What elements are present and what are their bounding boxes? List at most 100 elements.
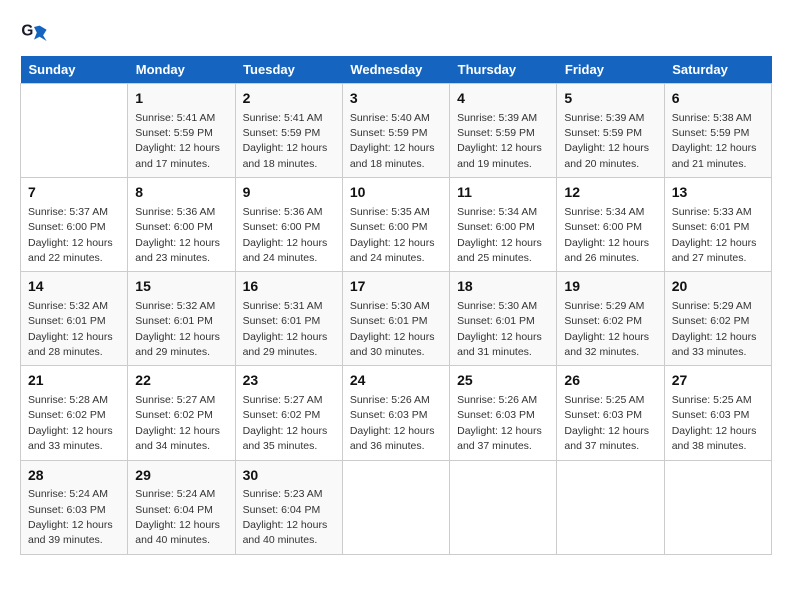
calendar-cell: 28 Sunrise: 5:24 AMSunset: 6:03 PMDaylig… xyxy=(21,460,128,554)
calendar-cell: 8 Sunrise: 5:36 AMSunset: 6:00 PMDayligh… xyxy=(128,178,235,272)
calendar-cell: 30 Sunrise: 5:23 AMSunset: 6:04 PMDaylig… xyxy=(235,460,342,554)
day-info: Sunrise: 5:36 AMSunset: 6:00 PMDaylight:… xyxy=(243,206,328,264)
calendar-cell: 29 Sunrise: 5:24 AMSunset: 6:04 PMDaylig… xyxy=(128,460,235,554)
calendar-week-3: 14 Sunrise: 5:32 AMSunset: 6:01 PMDaylig… xyxy=(21,272,772,366)
calendar-cell xyxy=(21,84,128,178)
calendar-cell: 25 Sunrise: 5:26 AMSunset: 6:03 PMDaylig… xyxy=(450,366,557,460)
day-number: 6 xyxy=(672,89,764,109)
calendar-header-row: SundayMondayTuesdayWednesdayThursdayFrid… xyxy=(21,56,772,84)
svg-text:G: G xyxy=(21,22,33,39)
calendar-cell xyxy=(664,460,771,554)
day-info: Sunrise: 5:32 AMSunset: 6:01 PMDaylight:… xyxy=(28,300,113,358)
day-number: 25 xyxy=(457,371,549,391)
day-number: 29 xyxy=(135,466,227,486)
day-number: 17 xyxy=(350,277,442,297)
day-header-saturday: Saturday xyxy=(664,56,771,84)
day-number: 1 xyxy=(135,89,227,109)
day-info: Sunrise: 5:29 AMSunset: 6:02 PMDaylight:… xyxy=(564,300,649,358)
calendar-cell: 20 Sunrise: 5:29 AMSunset: 6:02 PMDaylig… xyxy=(664,272,771,366)
calendar-cell: 10 Sunrise: 5:35 AMSunset: 6:00 PMDaylig… xyxy=(342,178,449,272)
day-number: 8 xyxy=(135,183,227,203)
day-number: 30 xyxy=(243,466,335,486)
calendar-cell: 22 Sunrise: 5:27 AMSunset: 6:02 PMDaylig… xyxy=(128,366,235,460)
day-number: 10 xyxy=(350,183,442,203)
calendar-cell: 15 Sunrise: 5:32 AMSunset: 6:01 PMDaylig… xyxy=(128,272,235,366)
day-number: 11 xyxy=(457,183,549,203)
day-number: 12 xyxy=(564,183,656,203)
day-info: Sunrise: 5:30 AMSunset: 6:01 PMDaylight:… xyxy=(457,300,542,358)
day-info: Sunrise: 5:32 AMSunset: 6:01 PMDaylight:… xyxy=(135,300,220,358)
day-info: Sunrise: 5:27 AMSunset: 6:02 PMDaylight:… xyxy=(243,394,328,452)
day-number: 4 xyxy=(457,89,549,109)
day-number: 9 xyxy=(243,183,335,203)
day-number: 15 xyxy=(135,277,227,297)
day-number: 28 xyxy=(28,466,120,486)
day-number: 21 xyxy=(28,371,120,391)
calendar-cell: 18 Sunrise: 5:30 AMSunset: 6:01 PMDaylig… xyxy=(450,272,557,366)
day-number: 16 xyxy=(243,277,335,297)
day-info: Sunrise: 5:41 AMSunset: 5:59 PMDaylight:… xyxy=(135,112,220,170)
day-info: Sunrise: 5:25 AMSunset: 6:03 PMDaylight:… xyxy=(672,394,757,452)
calendar-cell xyxy=(342,460,449,554)
logo: G xyxy=(20,20,52,48)
calendar-cell: 4 Sunrise: 5:39 AMSunset: 5:59 PMDayligh… xyxy=(450,84,557,178)
day-info: Sunrise: 5:26 AMSunset: 6:03 PMDaylight:… xyxy=(350,394,435,452)
day-number: 5 xyxy=(564,89,656,109)
day-number: 2 xyxy=(243,89,335,109)
calendar-cell xyxy=(557,460,664,554)
calendar-week-5: 28 Sunrise: 5:24 AMSunset: 6:03 PMDaylig… xyxy=(21,460,772,554)
calendar-cell: 19 Sunrise: 5:29 AMSunset: 6:02 PMDaylig… xyxy=(557,272,664,366)
day-info: Sunrise: 5:23 AMSunset: 6:04 PMDaylight:… xyxy=(243,488,328,546)
day-info: Sunrise: 5:33 AMSunset: 6:01 PMDaylight:… xyxy=(672,206,757,264)
day-info: Sunrise: 5:40 AMSunset: 5:59 PMDaylight:… xyxy=(350,112,435,170)
logo-icon: G xyxy=(20,20,48,48)
calendar-week-2: 7 Sunrise: 5:37 AMSunset: 6:00 PMDayligh… xyxy=(21,178,772,272)
calendar-cell: 1 Sunrise: 5:41 AMSunset: 5:59 PMDayligh… xyxy=(128,84,235,178)
day-info: Sunrise: 5:30 AMSunset: 6:01 PMDaylight:… xyxy=(350,300,435,358)
day-number: 27 xyxy=(672,371,764,391)
day-info: Sunrise: 5:27 AMSunset: 6:02 PMDaylight:… xyxy=(135,394,220,452)
day-number: 24 xyxy=(350,371,442,391)
calendar-cell: 13 Sunrise: 5:33 AMSunset: 6:01 PMDaylig… xyxy=(664,178,771,272)
day-info: Sunrise: 5:35 AMSunset: 6:00 PMDaylight:… xyxy=(350,206,435,264)
day-number: 14 xyxy=(28,277,120,297)
calendar-cell: 6 Sunrise: 5:38 AMSunset: 5:59 PMDayligh… xyxy=(664,84,771,178)
day-number: 13 xyxy=(672,183,764,203)
day-header-monday: Monday xyxy=(128,56,235,84)
day-number: 19 xyxy=(564,277,656,297)
calendar-cell: 2 Sunrise: 5:41 AMSunset: 5:59 PMDayligh… xyxy=(235,84,342,178)
calendar-week-1: 1 Sunrise: 5:41 AMSunset: 5:59 PMDayligh… xyxy=(21,84,772,178)
header: G xyxy=(20,20,772,48)
day-info: Sunrise: 5:39 AMSunset: 5:59 PMDaylight:… xyxy=(564,112,649,170)
day-info: Sunrise: 5:37 AMSunset: 6:00 PMDaylight:… xyxy=(28,206,113,264)
day-header-friday: Friday xyxy=(557,56,664,84)
day-number: 23 xyxy=(243,371,335,391)
day-info: Sunrise: 5:28 AMSunset: 6:02 PMDaylight:… xyxy=(28,394,113,452)
calendar-cell: 23 Sunrise: 5:27 AMSunset: 6:02 PMDaylig… xyxy=(235,366,342,460)
calendar-cell: 12 Sunrise: 5:34 AMSunset: 6:00 PMDaylig… xyxy=(557,178,664,272)
day-number: 26 xyxy=(564,371,656,391)
calendar-cell: 3 Sunrise: 5:40 AMSunset: 5:59 PMDayligh… xyxy=(342,84,449,178)
calendar-cell: 11 Sunrise: 5:34 AMSunset: 6:00 PMDaylig… xyxy=(450,178,557,272)
calendar-cell: 7 Sunrise: 5:37 AMSunset: 6:00 PMDayligh… xyxy=(21,178,128,272)
day-number: 22 xyxy=(135,371,227,391)
day-info: Sunrise: 5:26 AMSunset: 6:03 PMDaylight:… xyxy=(457,394,542,452)
calendar-cell xyxy=(450,460,557,554)
day-number: 20 xyxy=(672,277,764,297)
day-number: 18 xyxy=(457,277,549,297)
day-info: Sunrise: 5:38 AMSunset: 5:59 PMDaylight:… xyxy=(672,112,757,170)
day-header-sunday: Sunday xyxy=(21,56,128,84)
calendar-body: 1 Sunrise: 5:41 AMSunset: 5:59 PMDayligh… xyxy=(21,84,772,555)
day-header-tuesday: Tuesday xyxy=(235,56,342,84)
calendar-cell: 17 Sunrise: 5:30 AMSunset: 6:01 PMDaylig… xyxy=(342,272,449,366)
day-info: Sunrise: 5:31 AMSunset: 6:01 PMDaylight:… xyxy=(243,300,328,358)
calendar-cell: 9 Sunrise: 5:36 AMSunset: 6:00 PMDayligh… xyxy=(235,178,342,272)
day-info: Sunrise: 5:25 AMSunset: 6:03 PMDaylight:… xyxy=(564,394,649,452)
calendar-cell: 27 Sunrise: 5:25 AMSunset: 6:03 PMDaylig… xyxy=(664,366,771,460)
calendar-table: SundayMondayTuesdayWednesdayThursdayFrid… xyxy=(20,56,772,555)
day-info: Sunrise: 5:36 AMSunset: 6:00 PMDaylight:… xyxy=(135,206,220,264)
day-number: 7 xyxy=(28,183,120,203)
day-number: 3 xyxy=(350,89,442,109)
calendar-cell: 21 Sunrise: 5:28 AMSunset: 6:02 PMDaylig… xyxy=(21,366,128,460)
day-info: Sunrise: 5:29 AMSunset: 6:02 PMDaylight:… xyxy=(672,300,757,358)
